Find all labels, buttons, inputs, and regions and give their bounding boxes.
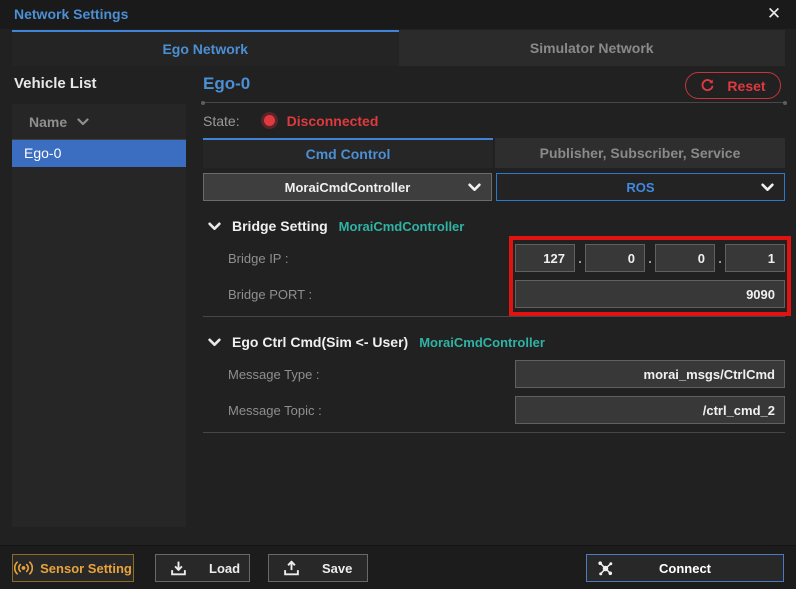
message-topic-label: Message Topic : — [203, 403, 515, 418]
chevron-down-icon — [468, 183, 481, 192]
tab-simulator-network-label: Simulator Network — [530, 40, 654, 56]
divider — [203, 316, 785, 317]
ego-ctrl-cmd-subtitle: MoraiCmdController — [419, 335, 545, 350]
refresh-icon — [700, 78, 715, 93]
bridge-ip-octet-1[interactable] — [515, 244, 575, 272]
chevron-down-icon — [77, 118, 89, 126]
ego-ctrl-cmd-header[interactable]: Ego Ctrl Cmd(Sim <- User) MoraiCmdContro… — [203, 330, 785, 354]
load-label: Load — [209, 561, 240, 576]
controller-dropdown[interactable]: MoraiCmdController — [203, 173, 492, 201]
status-dot-icon — [264, 115, 275, 126]
reset-button[interactable]: Reset — [685, 72, 781, 99]
bridge-ip-octet-3[interactable] — [655, 244, 715, 272]
connect-button[interactable]: Connect — [586, 554, 784, 582]
load-button[interactable]: Load — [155, 554, 250, 582]
control-subtab-bar: Cmd Control Publisher, Subscriber, Servi… — [203, 138, 785, 168]
ego-ctrl-cmd-body: Message Type : Message Topic : — [203, 360, 785, 424]
message-type-label: Message Type : — [203, 367, 515, 382]
bridge-port-label: Bridge PORT : — [203, 287, 515, 302]
bridge-port-field[interactable] — [515, 280, 785, 308]
network-type-dropdown-value: ROS — [626, 180, 654, 195]
chevron-down-icon — [761, 183, 774, 192]
ego-ctrl-cmd-title: Ego Ctrl Cmd(Sim <- User) — [232, 334, 408, 350]
reset-label: Reset — [727, 78, 765, 94]
tab-publisher-label: Publisher, Subscriber, Service — [540, 145, 741, 161]
save-button[interactable]: Save — [268, 554, 368, 582]
dropdown-row: MoraiCmdController ROS — [203, 173, 785, 201]
message-type-row: Message Type : — [203, 360, 785, 388]
network-type-dropdown[interactable]: ROS — [496, 173, 785, 201]
bridge-ip-row: Bridge IP : . . . — [203, 244, 785, 272]
vehicle-list-item-label: Ego-0 — [24, 145, 61, 161]
network-settings-dialog: Network Settings ✕ Ego Network Simulator… — [0, 0, 796, 589]
tab-cmd-control[interactable]: Cmd Control — [203, 138, 493, 168]
divider — [203, 432, 785, 433]
broadcast-icon — [14, 561, 33, 575]
bridge-setting-title: Bridge Setting — [232, 218, 328, 234]
bridge-ip-label: Bridge IP : — [203, 251, 515, 266]
tab-publisher-subscriber-service[interactable]: Publisher, Subscriber, Service — [495, 138, 785, 168]
divider — [203, 102, 785, 103]
vehicle-list-name-header[interactable]: Name — [12, 104, 186, 140]
network-nodes-icon — [597, 560, 614, 577]
bridge-ip-octet-4[interactable] — [725, 244, 785, 272]
sensor-setting-label: Sensor Setting — [40, 561, 132, 576]
dialog-title: Network Settings — [14, 6, 128, 22]
message-type-field[interactable] — [515, 360, 785, 388]
vehicle-heading: Ego-0 — [203, 74, 250, 94]
bridge-setting-subtitle: MoraiCmdController — [339, 219, 465, 234]
sensor-setting-button[interactable]: Sensor Setting — [12, 554, 134, 582]
vehicle-list-panel: Name Ego-0 — [12, 104, 186, 527]
tab-simulator-network[interactable]: Simulator Network — [399, 30, 786, 66]
tab-cmd-control-label: Cmd Control — [306, 146, 391, 162]
controller-dropdown-value: MoraiCmdController — [285, 180, 411, 195]
bridge-ip-fields: . . . — [515, 244, 785, 272]
bridge-setting-body: Bridge IP : . . . Bridge PORT : — [203, 244, 785, 308]
connect-label: Connect — [587, 561, 783, 576]
bridge-setting-header[interactable]: Bridge Setting MoraiCmdController — [203, 214, 785, 238]
ip-dot: . — [648, 251, 652, 266]
footer-bar: Sensor Setting Load Save — [0, 545, 796, 589]
chevron-down-icon — [208, 222, 221, 231]
ego-network-panel: Ego-0 Reset State: Disconnected Cmd Cont… — [203, 66, 785, 543]
vehicle-list-title: Vehicle List — [14, 75, 97, 92]
title-bar: Network Settings ✕ — [0, 0, 796, 29]
state-row: State: Disconnected — [203, 103, 785, 138]
download-icon — [170, 560, 187, 577]
bridge-ip-octet-2[interactable] — [585, 244, 645, 272]
tab-ego-network[interactable]: Ego Network — [12, 30, 399, 66]
ip-dot: . — [578, 251, 582, 266]
bridge-port-row: Bridge PORT : — [203, 280, 785, 308]
chevron-down-icon — [208, 338, 221, 347]
ip-dot: . — [718, 251, 722, 266]
vehicle-list-item-ego-0[interactable]: Ego-0 — [12, 140, 186, 167]
state-label: State: — [203, 113, 240, 129]
message-topic-row: Message Topic : — [203, 396, 785, 424]
network-tab-bar: Ego Network Simulator Network — [12, 30, 785, 66]
name-header-label: Name — [29, 114, 67, 130]
vehicle-heading-row: Ego-0 Reset — [203, 66, 785, 102]
save-label: Save — [322, 561, 352, 576]
close-icon[interactable]: ✕ — [763, 3, 785, 25]
upload-icon — [283, 560, 300, 577]
message-topic-field[interactable] — [515, 396, 785, 424]
state-value: Disconnected — [287, 113, 379, 129]
tab-ego-network-label: Ego Network — [162, 41, 248, 57]
